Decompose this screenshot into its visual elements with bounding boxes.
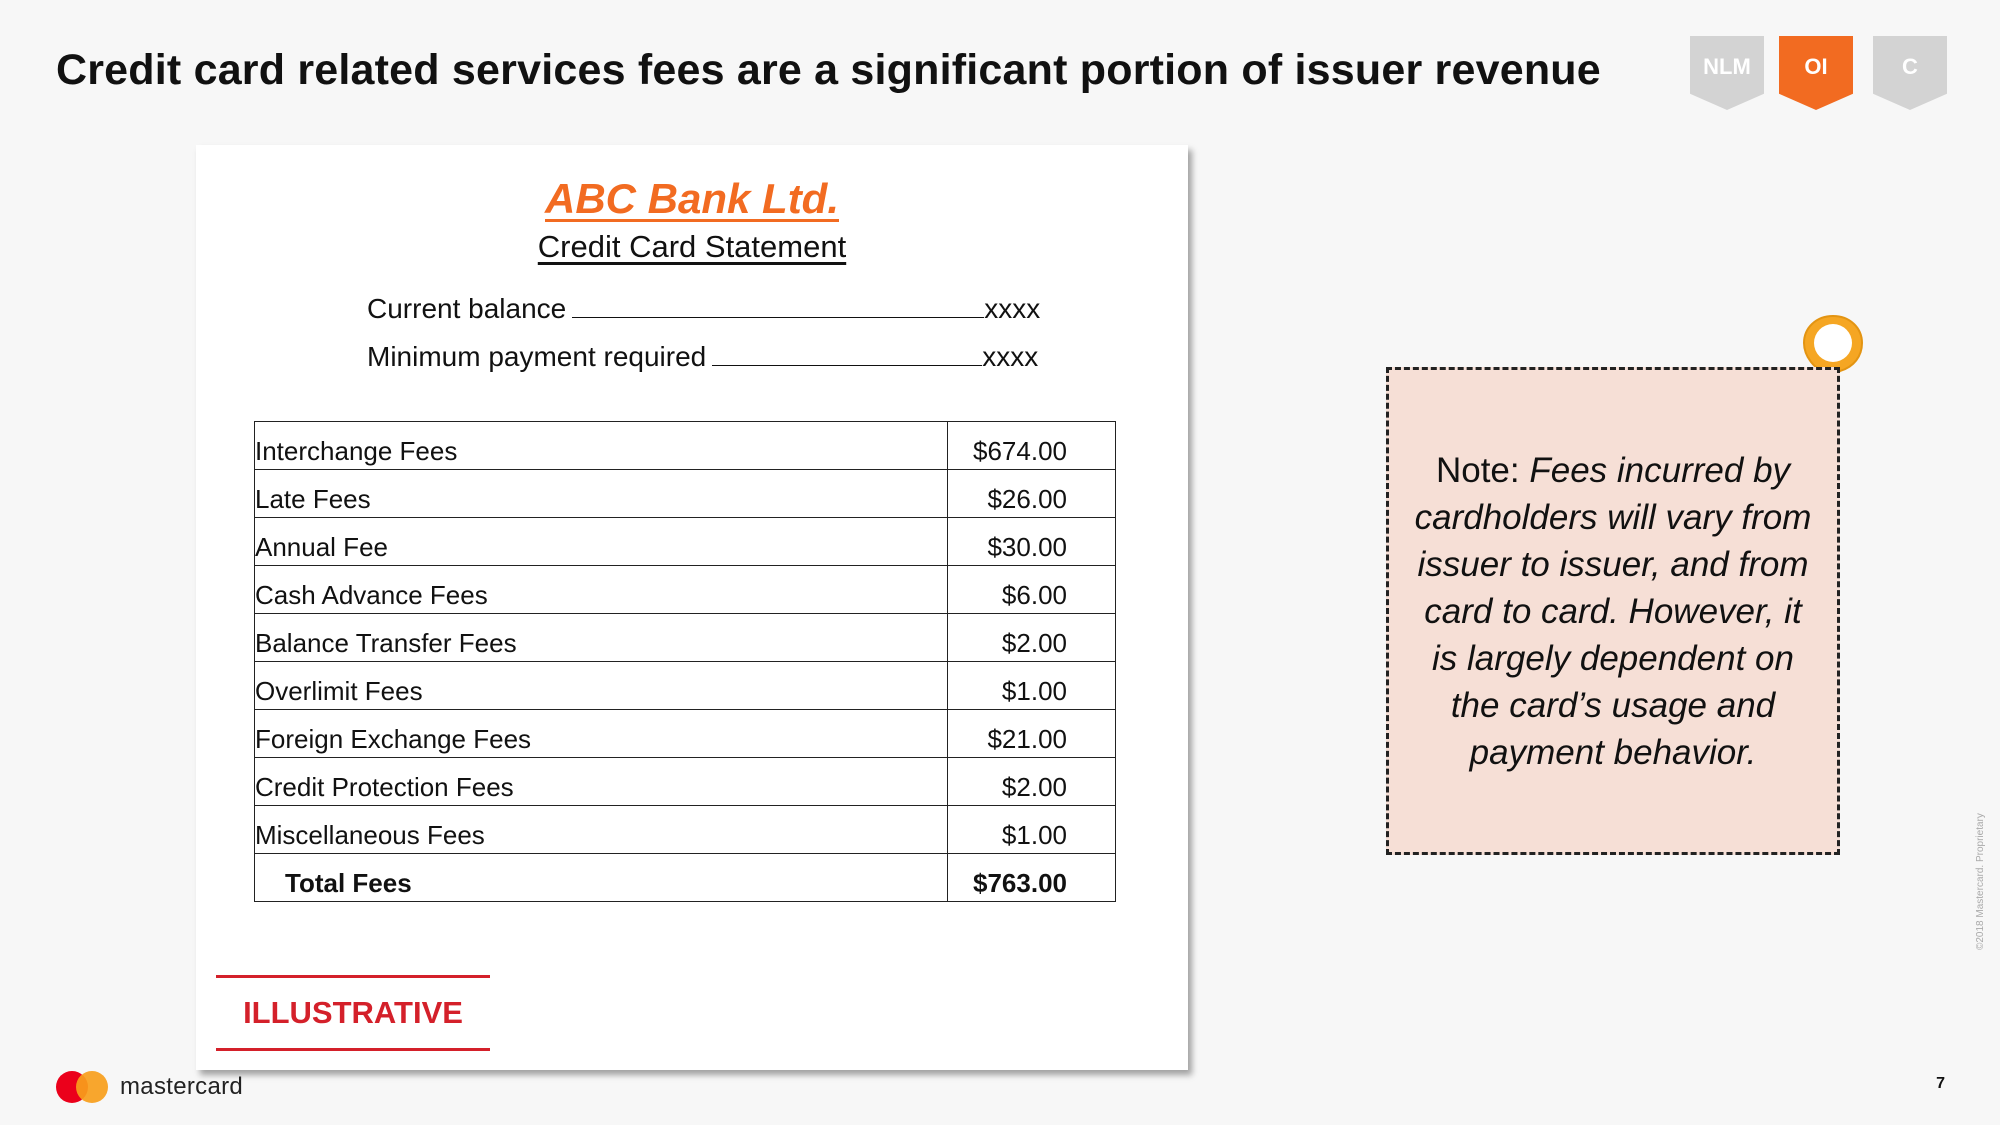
fee-amount: $30.00	[947, 517, 1116, 566]
mastercard-logo: mastercard	[56, 1071, 243, 1103]
table-row: Balance Transfer Fees $2.00	[254, 613, 1116, 662]
current-balance-label: Current balance	[367, 293, 567, 324]
total-label: Total Fees	[254, 853, 948, 902]
fees-table: Interchange Fees $674.00 Late Fees $26.00 …	[254, 421, 1116, 902]
note-body: Fees incurred by cardholders will vary f…	[1414, 450, 1812, 772]
table-row: Overlimit Fees $1.00	[254, 661, 1116, 710]
fee-amount: $2.00	[947, 757, 1116, 806]
current-balance-line: Current balance xxxx	[367, 293, 1040, 325]
fee-label: Annual Fee	[254, 517, 948, 566]
table-row: Cash Advance Fees $6.00	[254, 565, 1116, 614]
statement-title: Credit Card Statement	[537, 229, 847, 264]
fee-amount: $2.00	[947, 613, 1116, 662]
table-row: Late Fees $26.00	[254, 469, 1116, 518]
fee-label: Credit Protection Fees	[254, 757, 948, 806]
total-amount: $763.00	[947, 853, 1116, 902]
fee-label: Foreign Exchange Fees	[254, 709, 948, 758]
minimum-payment-label: Minimum payment required	[367, 341, 707, 372]
fee-label: Cash Advance Fees	[254, 565, 948, 614]
table-row: Annual Fee $30.00	[254, 517, 1116, 566]
fee-amount: $21.00	[947, 709, 1116, 758]
fee-amount: $26.00	[947, 469, 1116, 518]
fee-amount: $1.00	[947, 805, 1116, 854]
fee-label: Balance Transfer Fees	[254, 613, 948, 662]
fee-amount: $1.00	[947, 661, 1116, 710]
page-number: 7	[1936, 1075, 1945, 1092]
table-row: Foreign Exchange Fees $21.00	[254, 709, 1116, 758]
fee-amount: $6.00	[947, 565, 1116, 614]
fee-label: Overlimit Fees	[254, 661, 948, 710]
note-box: Note: Fees incurred by cardholders will …	[1386, 367, 1840, 855]
badge-nlm-label: NLM	[1703, 54, 1751, 79]
brand-wordmark: mastercard	[120, 1073, 244, 1100]
badge-oi: OI	[1779, 36, 1853, 110]
table-row: Interchange Fees $674.00	[254, 421, 1116, 470]
badge-c-label: C	[1902, 54, 1918, 79]
badge-oi-label: OI	[1804, 54, 1828, 79]
minimum-payment-value: xxxx	[982, 341, 1039, 372]
note-text: Note: Fees incurred by cardholders will …	[1407, 447, 1819, 776]
current-balance-value: xxxx	[984, 293, 1041, 324]
minimum-payment-line: Minimum payment required xxxx	[367, 341, 1038, 373]
table-row: Miscellaneous Fees $1.00	[254, 805, 1116, 854]
mastercard-circles-icon	[56, 1071, 108, 1103]
credit-card-statement: ABC Bank Ltd. Credit Card Statement Curr…	[196, 145, 1188, 1070]
badge-c: C	[1873, 36, 1947, 110]
current-balance-rule	[572, 295, 985, 318]
copyright-notice: ©2018 Mastercard. Proprietary	[1975, 813, 1986, 950]
fee-label: Miscellaneous Fees	[254, 805, 948, 854]
minimum-payment-rule	[712, 343, 983, 366]
illustrative-label: ILLUSTRATIVE	[216, 975, 490, 1051]
table-row: Credit Protection Fees $2.00	[254, 757, 1116, 806]
bank-name: ABC Bank Ltd.	[545, 175, 839, 222]
slide-title: Credit card related services fees are a …	[56, 46, 1601, 94]
note-prefix: Note:	[1435, 450, 1530, 490]
fee-amount: $674.00	[947, 421, 1116, 470]
badge-nlm: NLM	[1690, 36, 1764, 110]
fee-label: Interchange Fees	[254, 421, 948, 470]
fee-label: Late Fees	[254, 469, 948, 518]
total-row: Total Fees $763.00	[254, 853, 1116, 902]
